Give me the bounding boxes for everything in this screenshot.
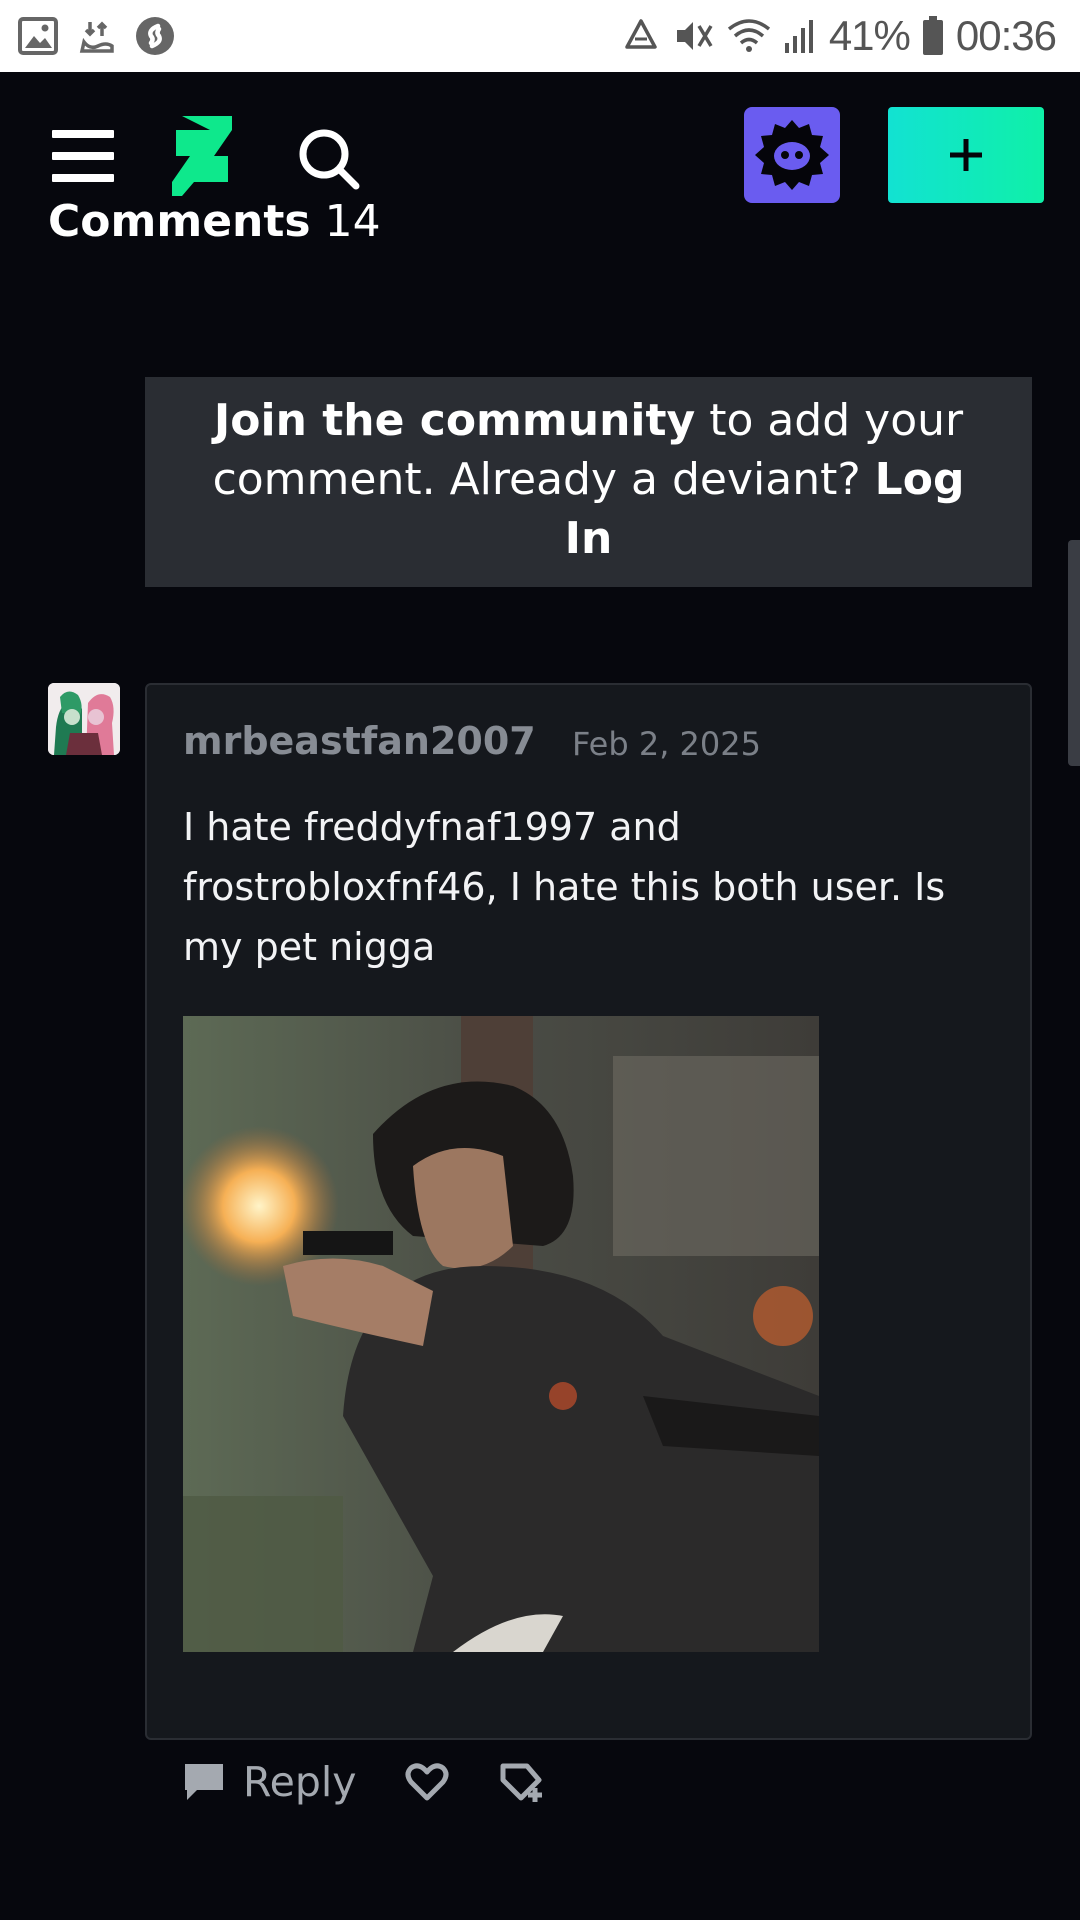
avatar-button[interactable] xyxy=(744,107,840,203)
reply-label: Reply xyxy=(243,1758,357,1806)
avatar-icon xyxy=(755,120,829,190)
scrollbar-thumb[interactable] xyxy=(1068,540,1080,766)
comment-card: mrbeastfan2007 Feb 2, 2025 I hate freddy… xyxy=(145,683,1032,1740)
battery-icon xyxy=(922,16,943,55)
shazam-icon xyxy=(136,17,174,55)
search-icon[interactable] xyxy=(296,126,362,192)
battery-percent: 41% xyxy=(828,12,911,59)
comment-date[interactable]: Feb 2, 2025 xyxy=(572,725,761,763)
comment-author[interactable]: mrbeastfan2007 xyxy=(183,719,536,763)
collect-tag-icon xyxy=(500,1763,542,1802)
favourite-button[interactable] xyxy=(405,1762,449,1802)
commenter-avatar[interactable] xyxy=(48,683,120,755)
clock: 00:36 xyxy=(955,12,1057,59)
comment-text: I hate freddyfnaf1997 and frostrobloxfnf… xyxy=(183,805,946,969)
heart-icon xyxy=(405,1763,449,1801)
status-bar: 41% 00:36 xyxy=(0,0,1080,72)
avatar-image xyxy=(48,683,120,755)
signal-icon xyxy=(784,20,813,53)
attached-image xyxy=(183,1016,819,1652)
create-button[interactable] xyxy=(888,107,1044,203)
comment-actions: Reply xyxy=(183,1752,547,1812)
wifi-icon xyxy=(727,19,770,52)
deviantart-logo-icon[interactable] xyxy=(172,116,232,196)
recycle-icon xyxy=(625,19,657,49)
collect-button[interactable] xyxy=(499,1760,547,1804)
image-icon xyxy=(18,17,58,55)
pie-dance-icon xyxy=(79,21,114,53)
status-left-icons xyxy=(18,14,176,58)
comment-attached-image[interactable] xyxy=(183,1016,819,1652)
reply-button[interactable]: Reply xyxy=(183,1758,357,1806)
plus-icon xyxy=(950,139,982,171)
comments-count: 14 xyxy=(324,196,381,244)
reply-bubble-icon xyxy=(185,1764,223,1800)
join-community-prompt: Join the community to add your comment. … xyxy=(145,377,1032,587)
comments-title: Comments xyxy=(48,196,311,244)
hamburger-menu-icon[interactable] xyxy=(52,130,116,182)
mute-icon xyxy=(676,22,713,50)
status-right-icons: 41% 00:36 xyxy=(621,12,1057,60)
join-community-link[interactable]: Join the community xyxy=(214,395,695,446)
